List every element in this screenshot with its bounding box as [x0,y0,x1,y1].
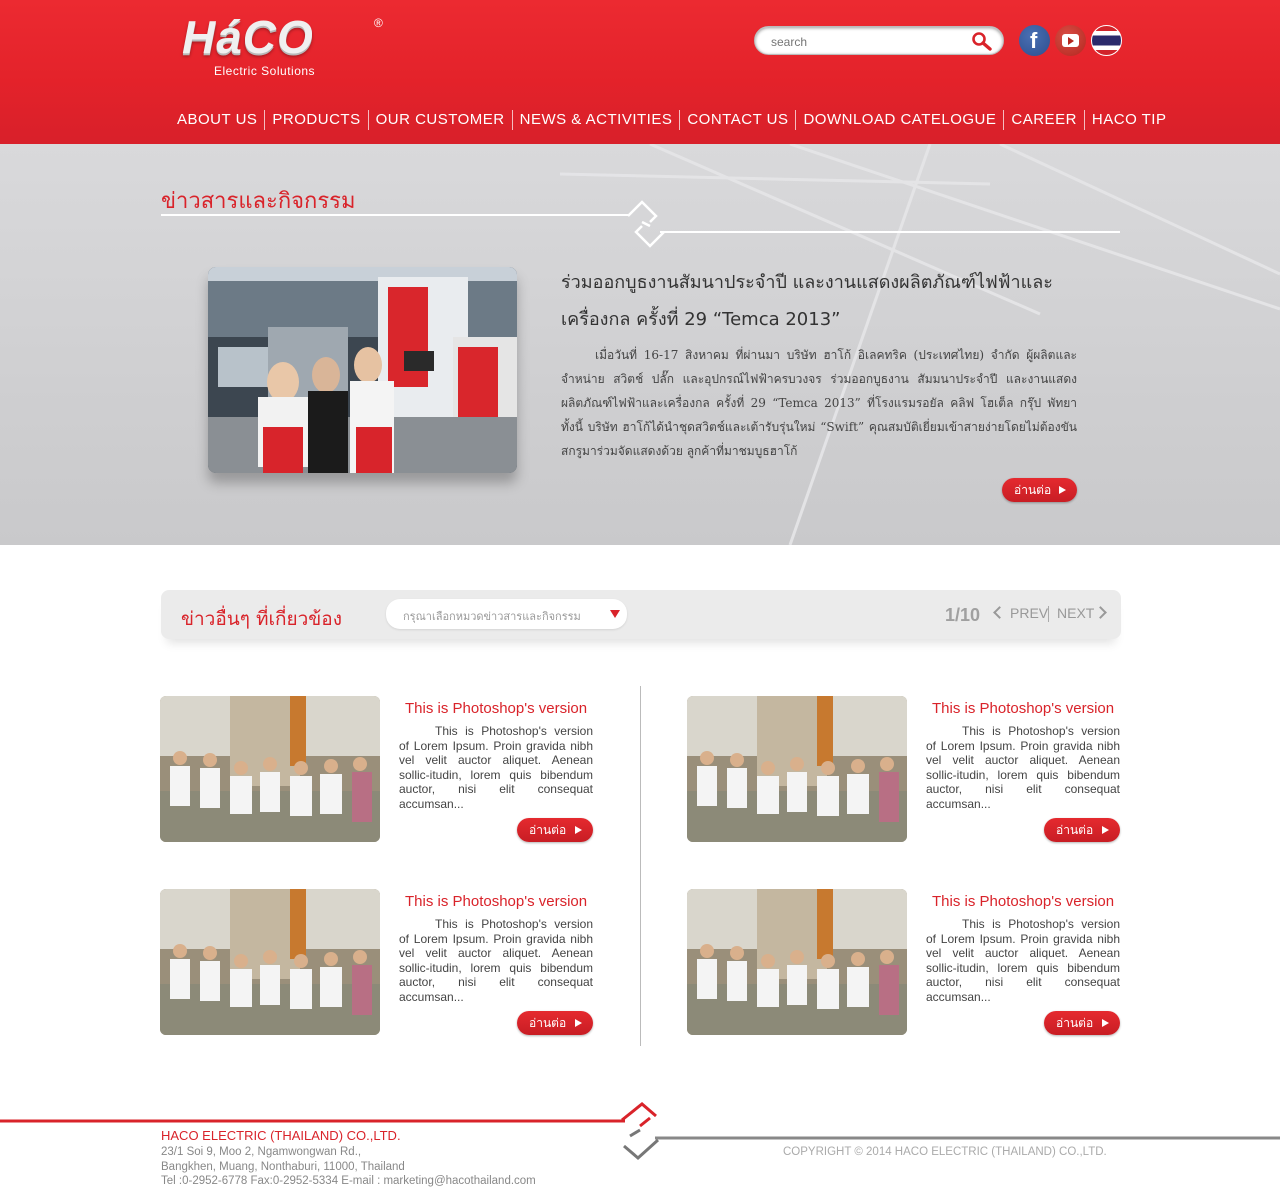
footer-address-line1: 23/1 Soi 9, Moo 2, Ngamwongwan Rd., [161,1146,362,1158]
facebook-icon[interactable]: f [1019,25,1050,56]
footer-copyright: COPYRIGHT © 2014 HACO ELECTRIC (THAILAND… [783,1146,1107,1158]
search-input[interactable] [769,32,963,52]
nav-career[interactable]: CAREER [1004,110,1085,130]
read-more-label: อ่านต่อ [1056,1016,1094,1030]
page-indicator: 1/10 [945,605,981,625]
prev-button[interactable]: PREV [1010,605,1048,621]
pager-separator [1048,606,1049,622]
news-card-title[interactable]: This is Photoshop's version [405,700,587,717]
news-section-title: ข่าวสารและกิจกรรม [161,189,356,214]
thai-flag-icon[interactable] [1091,25,1122,56]
nav-contact-us[interactable]: CONTACT US [680,110,797,130]
column-divider [640,686,641,1046]
featured-news-image[interactable] [208,267,517,473]
related-news-title: ข่าวอื่นๆ ที่เกี่ยวข้อง [181,608,342,630]
news-card-read-more-button[interactable]: อ่านต่อ [1044,818,1120,842]
logo-registered-mark: ® [374,16,383,30]
nav-news-activities[interactable]: NEWS & ACTIVITIES [513,110,681,130]
news-card-read-more-button[interactable]: อ่านต่อ [517,818,593,842]
footer-address-line2: Bangkhen, Muang, Nonthaburi, 11000, Thai… [161,1160,405,1173]
news-card-body: This is Photoshop's version of Lorem Ips… [399,724,593,811]
news-card-image[interactable] [160,889,380,1035]
chevron-right-icon[interactable] [1094,606,1107,619]
dropdown-arrow-icon [610,610,620,618]
news-card-read-more-button[interactable]: อ่านต่อ [1044,1011,1120,1035]
nav-about-us[interactable]: ABOUT US [170,110,266,130]
read-more-label: อ่านต่อ [529,1016,567,1030]
related-news-bar: ข่าวอื่นๆ ที่เกี่ยวข้อง กรุณาเลือกหมวดข่… [161,590,1121,639]
news-card-image[interactable] [160,696,380,842]
news-card-body: This is Photoshop's version of Lorem Ips… [926,917,1120,1004]
play-arrow-icon [575,826,582,834]
news-card-title[interactable]: This is Photoshop's version [932,893,1114,910]
play-arrow-icon [1059,486,1066,494]
featured-news-title[interactable]: ร่วมออกบูธงานสัมนาประจำปี และงานแสดงผลิต… [561,264,1081,338]
youtube-icon[interactable] [1055,25,1086,56]
nav-download-catelogue[interactable]: DOWNLOAD CATELOGUE [796,110,1005,130]
featured-read-more-button[interactable]: อ่านต่อ [1002,478,1077,502]
play-arrow-icon [1102,826,1109,834]
logo-tagline: Electric Solutions [214,64,316,78]
news-card-body: This is Photoshop's version of Lorem Ips… [399,917,593,1004]
haco-logo[interactable]: HáCO ® Electric Solutions [182,14,392,80]
footer-address: 23/1 Soi 9, Moo 2, Ngamwongwan Rd., Bang… [161,1145,536,1189]
search-icon[interactable] [971,31,993,51]
nav-our-customer[interactable]: OUR CUSTOMER [369,110,513,130]
news-card-title[interactable]: This is Photoshop's version [932,700,1114,717]
news-card-image[interactable] [687,696,907,842]
read-more-label: อ่านต่อ [1056,823,1094,837]
logo-wordmark: HáCO [182,11,314,63]
facebook-glyph: f [1030,28,1038,53]
category-select-placeholder: กรุณาเลือกหมวดข่าวสารและกิจกรรม [403,610,581,623]
news-card-body: This is Photoshop's version of Lorem Ips… [926,724,1120,811]
news-card-title[interactable]: This is Photoshop's version [405,893,587,910]
news-card-image[interactable] [687,889,907,1035]
plug-icon [621,1102,660,1160]
site-header: HáCO ® Electric Solutions f ABOUT US PRO… [0,0,1280,144]
read-more-label: อ่านต่อ [1014,483,1052,497]
featured-news-body: เมื่อวันที่ 16-17 สิงหาคม ที่ผ่านมา บริษ… [561,348,1077,458]
play-arrow-icon [1102,1019,1109,1027]
chevron-left-icon[interactable] [993,606,1006,619]
footer-contact[interactable]: Tel :0-2952-6778 Fax:0-2952-5334 E-mail … [161,1174,536,1189]
category-select[interactable]: กรุณาเลือกหมวดข่าวสารและกิจกรรม [386,599,627,629]
nav-products[interactable]: PRODUCTS [265,110,369,130]
news-card-read-more-button[interactable]: อ่านต่อ [517,1011,593,1035]
next-button[interactable]: NEXT [1057,605,1094,621]
plug-icon [627,200,665,248]
play-arrow-icon [575,1019,582,1027]
footer-company-name: HACO ELECTRIC (THAILAND) CO.,LTD. [161,1128,401,1143]
search-box [754,26,1004,55]
nav-haco-tip[interactable]: HACO TIP [1085,110,1174,130]
read-more-label: อ่านต่อ [529,823,567,837]
main-nav: ABOUT US PRODUCTS OUR CUSTOMER NEWS & AC… [170,110,1173,130]
